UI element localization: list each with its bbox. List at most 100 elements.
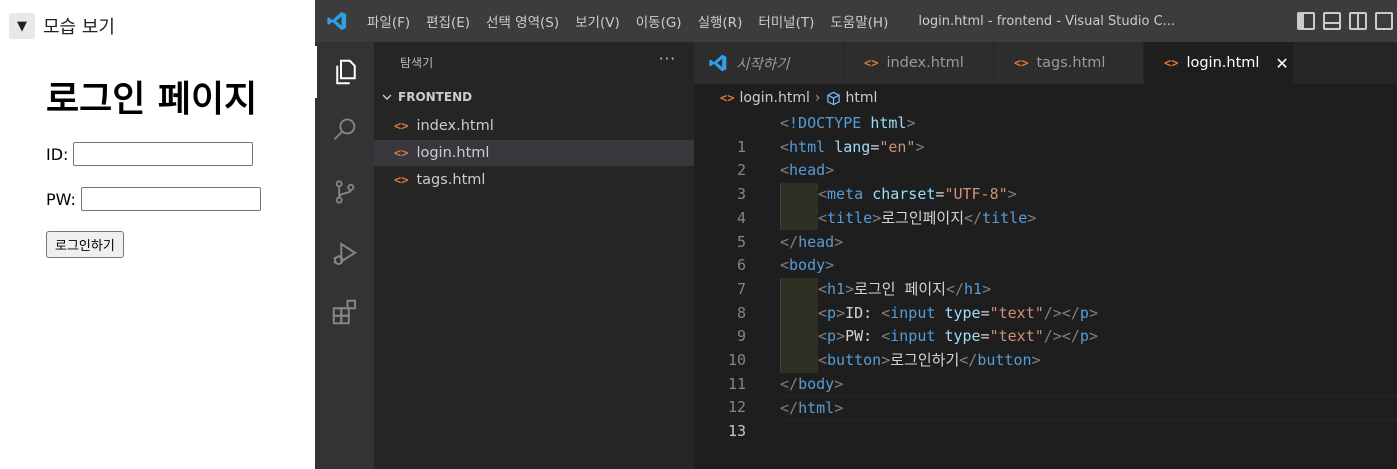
toggle-primary-sidebar-icon[interactable] <box>1297 12 1315 30</box>
file-login-html[interactable]: <> login.html <box>374 140 694 166</box>
code-token: html <box>789 137 826 156</box>
file-label: tags.html <box>416 172 486 188</box>
more-actions-icon[interactable]: ··· <box>659 50 676 68</box>
tab-label: 시작하기 <box>736 56 790 73</box>
indent-guide <box>780 325 818 349</box>
extensions-icon[interactable] <box>315 286 374 338</box>
tab-label: login.html <box>1186 55 1260 71</box>
breadcrumb-file[interactable]: login.html <box>739 90 809 106</box>
customize-layout-icon[interactable] <box>1375 12 1393 30</box>
menu-view[interactable]: 보기(V) <box>567 11 628 31</box>
code-token: 로그인 페이지 <box>854 279 946 298</box>
code-line: 5 <title>로그인페이지</title> <box>694 206 1397 251</box>
code-token: h1 <box>964 279 983 298</box>
code-token: title <box>982 208 1028 227</box>
tab-login-html[interactable]: <> login.html ✕ <box>1144 42 1294 84</box>
code-token: p <box>827 303 837 322</box>
code-token: meta <box>827 185 864 204</box>
toggle-panel-icon[interactable] <box>1323 12 1341 30</box>
code-token: PW: <box>845 327 882 346</box>
tab-label: index.html <box>886 55 964 71</box>
indent-guide <box>780 277 818 302</box>
tab-welcome[interactable]: 시작하기 <box>694 42 844 84</box>
code-token: p <box>827 327 837 346</box>
collapse-arrow-icon[interactable]: ▼ <box>9 13 35 39</box>
code-token: !DOCTYPE <box>789 114 862 132</box>
preview-id-label: ID: <box>46 144 69 164</box>
code-token: p <box>1079 303 1089 322</box>
menu-file[interactable]: 파일(F) <box>359 11 418 31</box>
code-token: p <box>1079 327 1089 346</box>
html-file-icon: <> <box>394 146 409 160</box>
breadcrumb: <> login.html › html <box>720 86 877 110</box>
html-file-icon: <> <box>1014 56 1029 70</box>
window-title: login.html - frontend - Visual Studio C.… <box>918 13 1176 29</box>
preview-toggle[interactable]: ▼ 모습 보기 <box>9 13 115 39</box>
code-token: "UTF-8" <box>944 185 1008 204</box>
code-token: body <box>798 374 835 393</box>
html-file-icon: <> <box>394 173 409 187</box>
activity-bar <box>315 42 374 469</box>
preview-pw-label: PW: <box>46 189 76 209</box>
code-token: charset <box>872 185 936 204</box>
code-token: "text" <box>989 303 1044 322</box>
tab-tags-html[interactable]: <> tags.html <box>994 42 1144 84</box>
code-token: ID: <box>845 303 882 322</box>
preview-heading: 로그인 페이지 <box>46 79 258 120</box>
preview-id-input[interactable] <box>73 142 254 166</box>
chevron-right-icon: › <box>814 90 821 106</box>
file-label: login.html <box>416 145 490 161</box>
code-token: title <box>827 208 873 227</box>
code-editor[interactable]: 1 <!DOCTYPE html> 2 <html lang="en"> 3 <… <box>694 110 1397 469</box>
menu-edit[interactable]: 편집(E) <box>418 11 478 31</box>
explorer-title: 탐색기 <box>400 56 434 70</box>
explorer-icon[interactable] <box>315 46 374 98</box>
run-debug-icon[interactable] <box>315 228 374 280</box>
menu-selection[interactable]: 선택 영역(S) <box>478 11 567 31</box>
menu-help[interactable]: 도움말(H) <box>822 11 896 31</box>
code-token: head <box>798 232 835 251</box>
html-file-icon: <> <box>394 119 409 133</box>
code-token: html <box>798 399 835 418</box>
code-token: 로그인하기 <box>890 351 960 369</box>
code-token: button <box>827 351 882 369</box>
close-icon[interactable]: ✕ <box>1275 54 1288 73</box>
vscode-logo-icon <box>315 0 359 42</box>
menu-terminal[interactable]: 터미널(T) <box>750 11 822 31</box>
tab-label: tags.html <box>1036 55 1106 71</box>
indent-guide <box>780 206 818 231</box>
indent-guide <box>780 183 818 207</box>
search-icon[interactable] <box>315 104 374 156</box>
code-line: 3 <head> <box>694 159 1397 203</box>
html-file-icon: <> <box>720 91 735 105</box>
preview-login-button[interactable]: 로그인하기 <box>46 231 124 258</box>
folder-label: FRONTEND <box>398 90 473 104</box>
code-line: 12 </body> <box>694 373 1397 417</box>
file-index-html[interactable]: <> index.html <box>374 113 694 139</box>
html-file-icon: <> <box>864 56 879 70</box>
layout-controls <box>1297 0 1397 42</box>
toggle-secondary-sidebar-icon[interactable] <box>1349 12 1367 30</box>
vscode-logo-icon <box>709 54 727 72</box>
tab-index-html[interactable]: <> index.html <box>844 42 994 84</box>
editor-tab-bar: 시작하기 <> index.html <> tags.html <> login… <box>694 42 1397 84</box>
code-token: type <box>944 303 981 322</box>
code-line-current: 13 </html> <box>694 396 1397 440</box>
code-token: "text" <box>989 327 1044 346</box>
source-control-icon[interactable] <box>315 166 374 218</box>
code-token: button <box>977 351 1032 369</box>
breadcrumb-symbol[interactable]: html <box>846 90 878 106</box>
menu-run[interactable]: 실행(R) <box>690 11 751 31</box>
menu-go[interactable]: 이동(G) <box>628 11 690 31</box>
preview-pw-input[interactable] <box>80 187 261 211</box>
indent-guide <box>780 349 818 373</box>
code-token: type <box>944 327 981 346</box>
code-line: 6 </head> <box>694 231 1397 275</box>
file-tags-html[interactable]: <> tags.html <box>374 167 694 193</box>
code-line: 1 <!DOCTYPE html> <box>694 112 1397 156</box>
preview-toggle-label: 모습 보기 <box>43 17 115 38</box>
code-token: input <box>890 327 936 346</box>
folder-frontend[interactable]: FRONTEND <box>380 90 472 104</box>
html-file-icon: <> <box>1164 56 1179 70</box>
code-line: 2 <html lang="en"> <box>694 136 1397 180</box>
